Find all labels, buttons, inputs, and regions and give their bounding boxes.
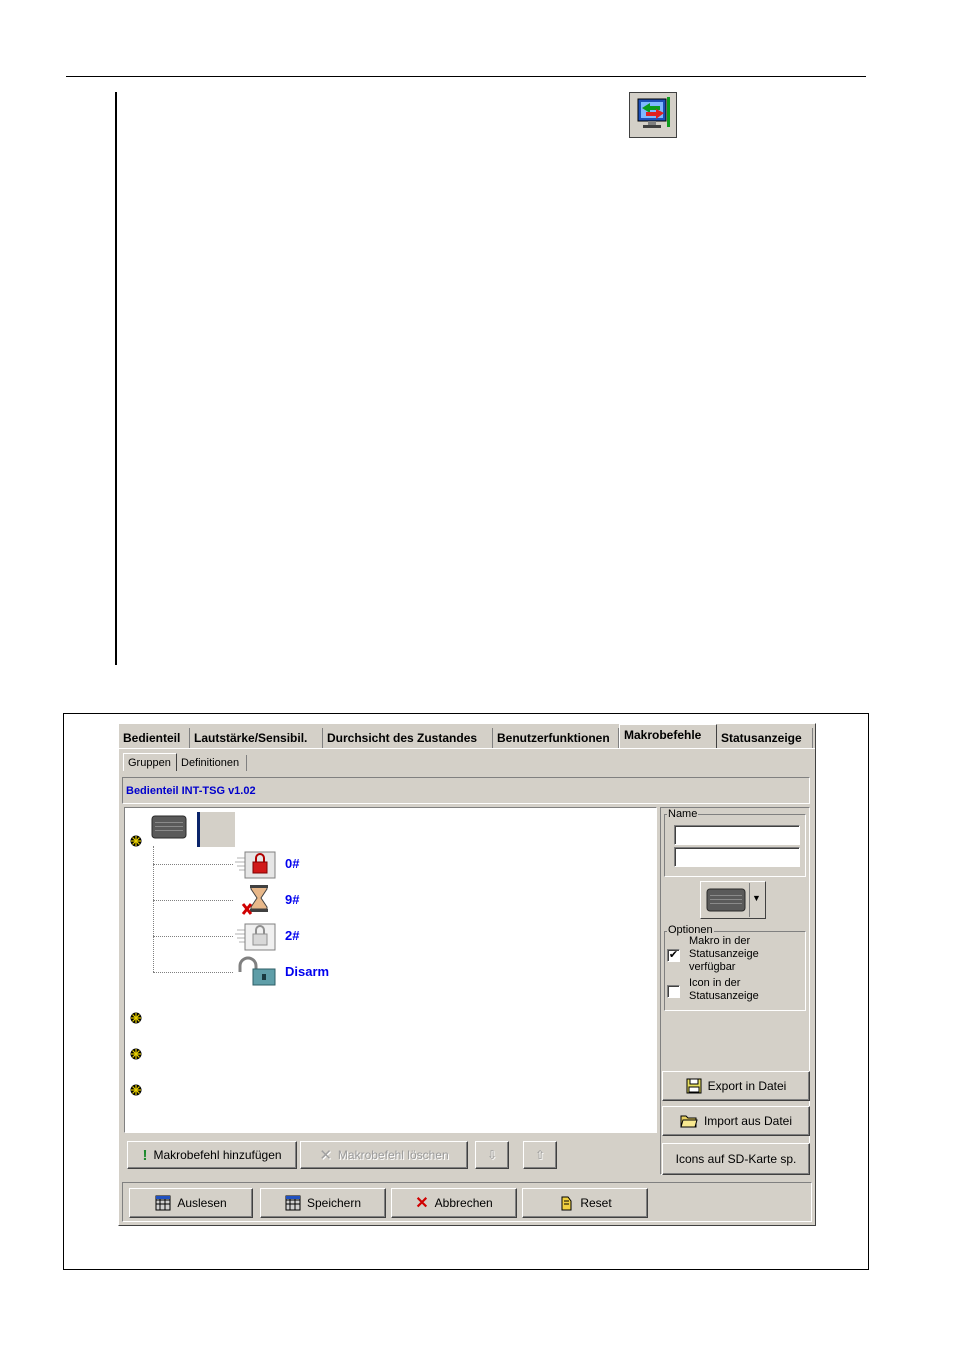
icon-selector[interactable]: ▼ [700,881,766,919]
tab-durchsicht[interactable]: Durchsicht des Zustandes [323,728,493,748]
reset-hand-icon [561,1196,572,1211]
keypad-icon [706,888,746,912]
available-in-status-checkbox[interactable]: ✔ [667,949,680,962]
chevron-down-icon[interactable]: ▼ [752,893,761,903]
read-grid-icon [155,1195,171,1211]
macro-label[interactable]: 2# [285,928,299,943]
device-title-panel: Bedienteil INT-TSG v1.02 [122,777,810,804]
tree-line [153,936,233,937]
program-connect-icon [629,92,677,138]
macro-label[interactable]: 9# [285,892,299,907]
delete-macro-button[interactable]: ✕ Makrobefehl löschen [300,1141,468,1169]
exclamation-icon: ! [142,1146,148,1164]
export-to-file-button[interactable]: Export in Datei [662,1071,810,1101]
macro-label[interactable]: Disarm [285,964,329,979]
arrow-up-icon: ⇧ [534,1148,546,1162]
margin-bar [115,92,117,665]
tree-line [153,900,233,901]
macro-label[interactable]: 0# [285,856,299,871]
name-input-line1[interactable] [674,825,800,845]
save-grid-icon [285,1195,301,1211]
floppy-disk-icon [686,1078,702,1094]
red-x-icon: ✕ [415,1195,429,1212]
tree-line [153,864,233,865]
open-folder-icon [680,1115,698,1128]
tab-divider [119,748,815,749]
icon-in-status-label: Icon in der Statusanzeige [689,977,759,1002]
move-up-button[interactable]: ⇧ [523,1141,557,1169]
move-down-button[interactable]: ⇩ [475,1141,509,1169]
tab-bedienteil[interactable]: Bedienteil [119,728,190,748]
keypad-group-icon[interactable] [151,814,187,840]
name-group [664,814,806,877]
icons-to-sd-card-button[interactable]: Icons auf SD-Karte sp. [662,1143,810,1175]
read-button[interactable]: Auslesen [129,1188,253,1218]
reset-button[interactable]: Reset [522,1188,648,1218]
lock-icon[interactable] [235,848,279,880]
macro-tree[interactable]: 0# 9# 2# Disarm [124,807,657,1133]
lock-gray-icon[interactable] [235,920,279,952]
tree-line [153,972,233,973]
delete-x-icon: ✕ [319,1147,332,1164]
add-macro-button[interactable]: ! Makrobefehl hinzufügen [127,1141,297,1169]
tab-lautstaerke[interactable]: Lautstärke/Sensibil. [190,728,323,748]
import-from-file-button[interactable]: Import aus Datei [662,1106,810,1136]
cancel-button[interactable]: ✕ Abbrechen [391,1188,517,1218]
group-bullet-icon[interactable] [130,835,142,847]
text-cursor [197,812,200,847]
save-button[interactable]: Speichern [260,1188,386,1218]
dropdown-divider [749,883,750,917]
header-rule [66,76,866,77]
icon-in-status-checkbox[interactable] [667,985,680,998]
app-window: Bedienteil Lautstärke/Sensibil. Durchsic… [118,723,816,1226]
group-bullet-icon[interactable] [130,1012,142,1024]
device-title: Bedienteil INT-TSG v1.02 [126,785,256,797]
hourglass-cancel-icon[interactable] [235,884,279,916]
subtab-definitionen[interactable]: Definitionen [177,755,247,771]
available-in-status-label: Makro in der Statusanzeige verfügbar [689,935,759,973]
tab-benutzerfunktionen[interactable]: Benutzerfunktionen [493,728,619,748]
group-bullet-icon[interactable] [130,1048,142,1060]
group-name-edit[interactable] [197,812,235,847]
unlock-icon[interactable] [235,956,279,988]
name-legend: Name [667,808,699,820]
group-bullet-icon[interactable] [130,1084,142,1096]
tab-statusanzeige[interactable]: Statusanzeige [717,728,813,748]
tab-makrobefehle[interactable]: Makrobefehle [619,724,717,748]
name-input-line2[interactable] [674,847,800,867]
subtab-gruppen[interactable]: Gruppen [123,753,177,771]
arrow-down-icon: ⇩ [486,1148,498,1162]
